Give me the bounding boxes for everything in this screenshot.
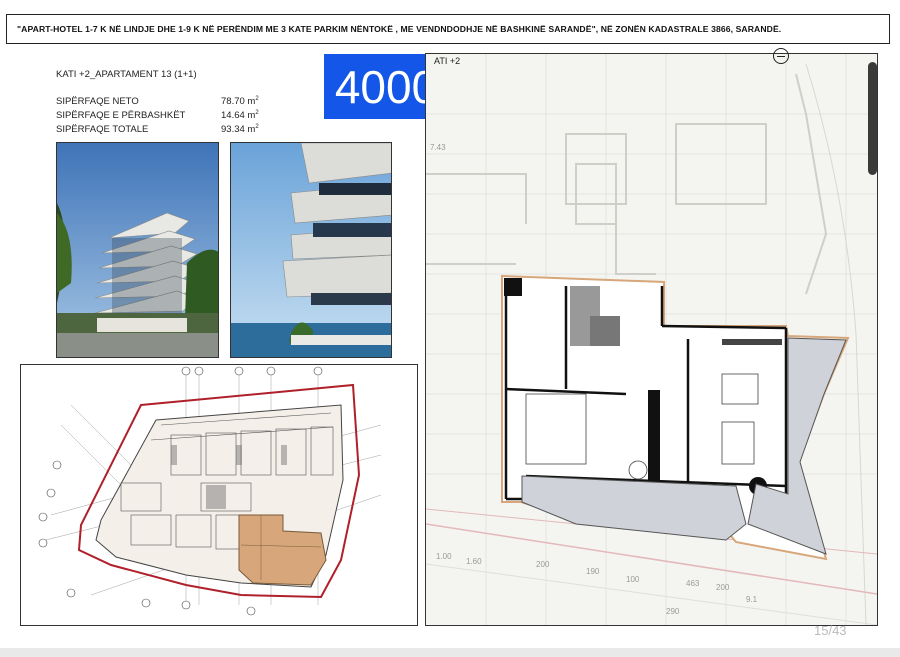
area-label: SIPËRFAQE NETO [56,96,139,107]
area-label: SIPËRFAQE E PËRBASHKËT [56,110,186,121]
north-arrow-icon [773,48,789,64]
document-page: "APART-HOTEL 1-7 K NË LINDJE DHE 1-9 K N… [0,0,900,648]
dimension-text: 7.43 [430,143,446,152]
dimension-text: 190 [586,567,600,576]
area-value: 78.70 m2 [221,96,259,108]
dimension-text: 1.60 [466,557,482,566]
project-title: "APART-HOTEL 1-7 K NË LINDJE DHE 1-9 K N… [17,24,782,34]
building-detail-photo [230,142,392,358]
scrollbar-thumb[interactable] [868,62,877,175]
area-value: 14.64 m2 [221,110,259,122]
dimension-text: 200 [536,560,550,569]
building-render-photo [56,142,219,358]
area-value: 93.34 m2 [221,124,259,136]
dimension-text: 463 [686,579,700,588]
dimension-text: 200 [716,583,730,592]
title-block: "APART-HOTEL 1-7 K NË LINDJE DHE 1-9 K N… [6,14,890,44]
dimension-text: 100 [626,575,640,584]
dimension-text: 9.1 [746,595,758,604]
site-plan-drawing [20,364,418,626]
dimension-text: 1.00 [436,552,452,561]
apartment-heading: KATI +2_APARTAMENT 13 (1+1) [56,69,197,80]
area-label: SIPËRFAQE TOTALE [56,124,149,135]
dimension-text: 290 [666,607,680,616]
floor-label: ATI +2 [434,56,461,66]
page-number: 15/43 [814,623,847,638]
floor-plan-drawing: 7.43 1.00 1.60 200 190 100 463 200 290 9… [425,53,878,626]
